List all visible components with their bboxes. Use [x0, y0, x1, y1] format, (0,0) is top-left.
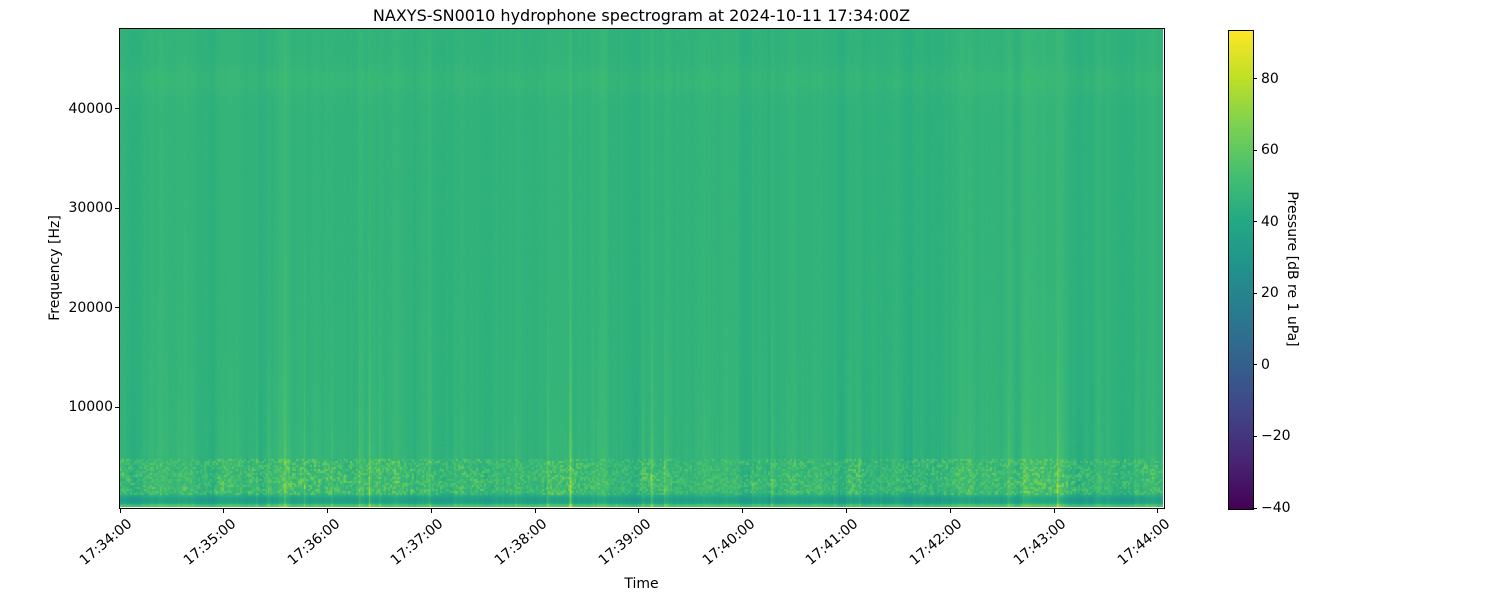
y-axis-label: Frequency [Hz]: [47, 215, 63, 321]
figure: NAXYS-SN0010 hydrophone spectrogram at 2…: [0, 0, 1500, 600]
y-tick-mark: [115, 108, 119, 110]
x-axis-label: Time: [624, 576, 659, 592]
x-tick-label: 17:37:00: [388, 516, 447, 569]
colorbar: [1228, 30, 1254, 510]
colorbar-label: Pressure [dB re 1 uPa]: [1284, 191, 1300, 347]
y-tick-mark: [115, 307, 119, 309]
x-tick-label: 17:38:00: [491, 516, 551, 569]
x-tick-label: 17:42:00: [907, 516, 966, 569]
x-tick-mark: [949, 508, 951, 513]
colorbar-tick-mark: [1253, 149, 1257, 151]
y-tick-mark: [115, 406, 119, 408]
x-tick-mark: [638, 508, 640, 513]
colorbar-tick-mark: [1253, 292, 1257, 294]
spectrogram-heatmap: [120, 29, 1163, 507]
x-tick-mark: [327, 508, 329, 513]
y-tick-label: 10000: [68, 399, 113, 416]
colorbar-tick-label: −40: [1261, 500, 1291, 516]
x-tick-label: 17:39:00: [595, 516, 655, 569]
x-tick-mark: [223, 508, 225, 513]
colorbar-tick-mark: [1253, 435, 1257, 437]
x-tick-label: 17:34:00: [76, 516, 136, 569]
colorbar-tick-label: 80: [1261, 70, 1279, 87]
y-tick-label: 40000: [68, 100, 113, 117]
x-tick-mark: [534, 508, 536, 513]
x-tick-label: 17:36:00: [284, 516, 343, 569]
colorbar-tick-label: −20: [1261, 428, 1291, 445]
x-tick-label: 17:44:00: [1114, 516, 1174, 569]
x-tick-mark: [742, 508, 744, 513]
colorbar-tick-mark: [1253, 364, 1257, 366]
colorbar-tick-mark: [1253, 507, 1257, 509]
colorbar-tick-label: 0: [1261, 356, 1270, 373]
x-tick-mark: [430, 508, 432, 513]
x-tick-label: 17:41:00: [803, 516, 862, 569]
chart-title: NAXYS-SN0010 hydrophone spectrogram at 2…: [372, 6, 911, 25]
x-tick-label: 17:43:00: [1010, 516, 1070, 569]
x-tick-label: 17:35:00: [180, 516, 240, 569]
x-tick-mark: [1157, 508, 1159, 513]
colorbar-tick-mark: [1253, 221, 1257, 223]
colorbar-tick-label: 40: [1261, 213, 1279, 230]
colorbar-tick-mark: [1253, 78, 1257, 80]
x-tick-mark: [845, 508, 847, 513]
colorbar-tick-label: 60: [1261, 142, 1279, 159]
x-tick-label: 17:40:00: [699, 516, 758, 569]
colorbar-tick-label: 20: [1261, 285, 1279, 302]
x-tick-mark: [119, 508, 121, 513]
y-tick-mark: [115, 207, 119, 209]
x-tick-mark: [1053, 508, 1055, 513]
